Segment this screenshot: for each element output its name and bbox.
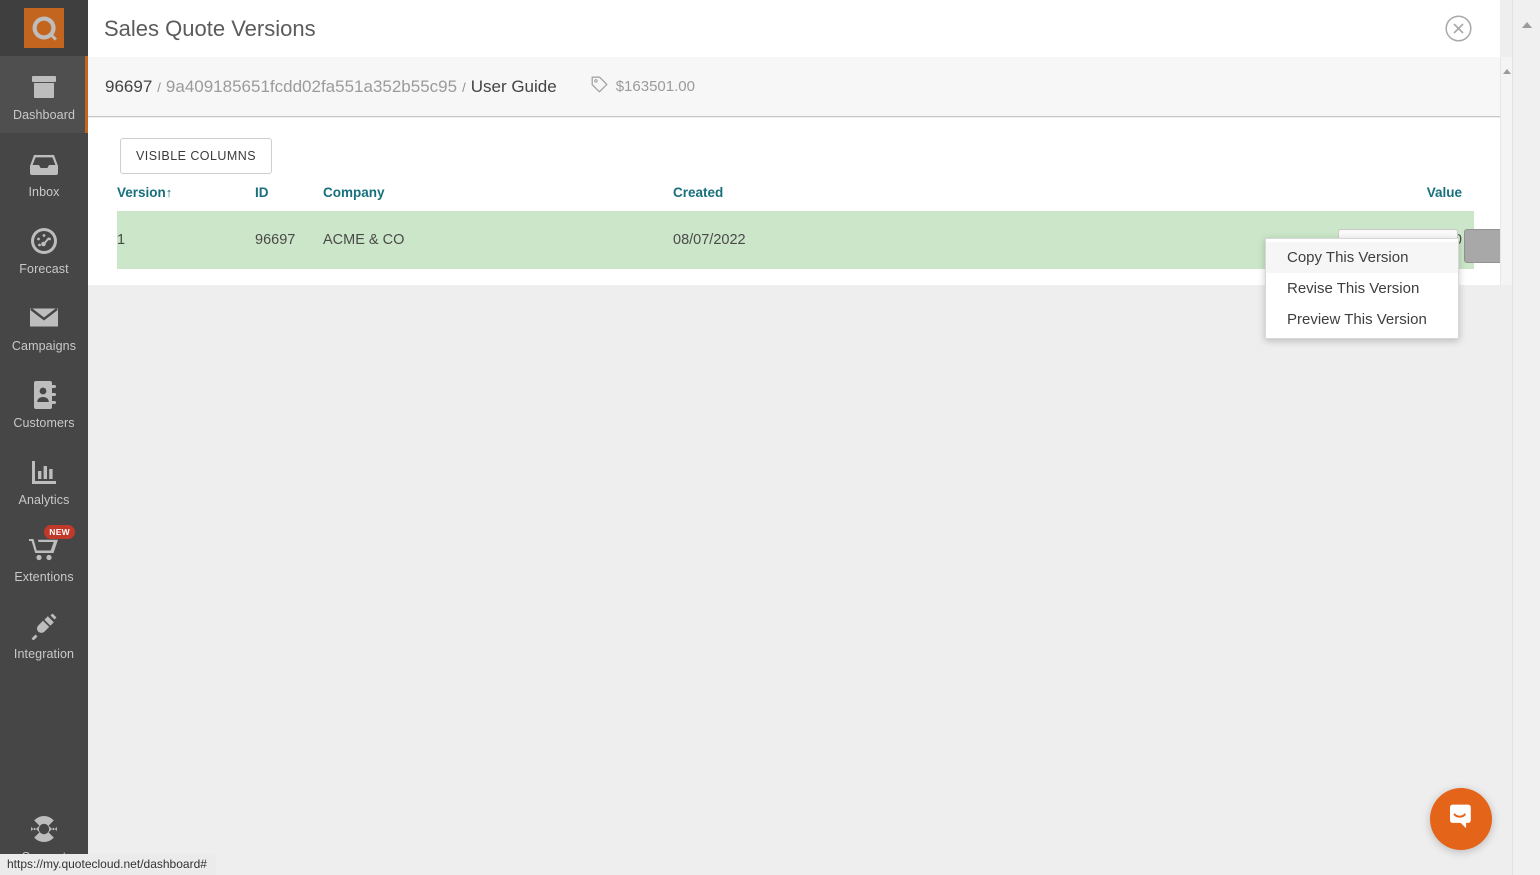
browser-scrollbar[interactable]	[1512, 0, 1540, 875]
sidebar-item-label: Forecast	[19, 262, 68, 276]
page-title: Sales Quote Versions	[104, 16, 316, 42]
plug-icon	[30, 611, 58, 641]
sidebar-item-campaigns[interactable]: Campaigns	[0, 287, 88, 364]
modal-scrollbar[interactable]	[1500, 57, 1512, 285]
sidebar-item-integration[interactable]: Integration	[0, 595, 88, 672]
table-header-row: Version↑ ID Company Created Value	[117, 174, 1474, 211]
column-header-created[interactable]: Created	[673, 174, 1333, 211]
archive-box-icon	[31, 72, 57, 102]
breadcrumb-tag-value: $163501.00	[591, 76, 695, 98]
scroll-up-arrow-icon[interactable]	[1503, 69, 1511, 74]
sidebar-new-badge: NEW	[44, 525, 75, 539]
envelope-icon	[30, 303, 58, 333]
sidebar-item-customers[interactable]: Customers	[0, 364, 88, 441]
row-more-actions-button[interactable]	[1464, 229, 1502, 263]
sidebar-item-forecast[interactable]: Forecast	[0, 210, 88, 287]
sidebar-item-label: Customers	[13, 416, 74, 430]
sort-ascending-icon: ↑	[166, 185, 173, 200]
sidebar-item-dashboard[interactable]: Dashboard	[0, 56, 88, 133]
gauge-icon	[30, 226, 58, 256]
breadcrumb-quote-number[interactable]: 96697	[105, 77, 152, 97]
close-icon[interactable]	[1445, 15, 1472, 42]
breadcrumb-doc-name[interactable]: User Guide	[471, 77, 557, 97]
sidebar-item-label: Integration	[14, 647, 74, 661]
tag-value-label: $163501.00	[616, 78, 695, 95]
sidebar-item-label: Campaigns	[12, 339, 76, 353]
breadcrumb: 96697 / 9a409185651fcdd02fa551a352b55c95…	[105, 77, 557, 97]
sidebar: Dashboard Inbox Forecast Campaigns Custo…	[0, 0, 88, 875]
price-tag-icon	[591, 76, 608, 98]
scroll-up-arrow-icon[interactable]	[1522, 22, 1532, 28]
menu-item-copy-this-version[interactable]: Copy This Version	[1266, 242, 1458, 273]
sidebar-item-label: Dashboard	[13, 108, 75, 122]
menu-item-preview-this-version[interactable]: Preview This Version	[1266, 304, 1458, 335]
breadcrumb-separator: /	[157, 80, 161, 95]
visible-columns-button[interactable]: VISIBLE COLUMNS	[120, 138, 272, 174]
sidebar-item-analytics[interactable]: Analytics	[0, 441, 88, 518]
version-actions-menu: Copy This Version Revise This Version Pr…	[1265, 238, 1459, 339]
sidebar-item-label: Analytics	[19, 493, 70, 507]
shopping-cart-icon: NEW	[29, 534, 59, 564]
app-logo[interactable]	[0, 0, 88, 56]
breadcrumb-separator: /	[462, 80, 466, 95]
intercom-speech-bubble-icon	[1446, 802, 1476, 837]
address-book-icon	[32, 380, 56, 410]
life-ring-icon	[30, 814, 58, 844]
cell-id: 96697	[255, 211, 323, 269]
inbox-tray-icon	[30, 149, 58, 179]
column-header-value[interactable]: Value	[1333, 174, 1474, 211]
sidebar-item-label: Extentions	[14, 570, 73, 584]
column-header-company[interactable]: Company	[323, 174, 673, 211]
breadcrumb-bar: 96697 / 9a409185651fcdd02fa551a352b55c95…	[88, 57, 1500, 117]
column-header-id[interactable]: ID	[255, 174, 323, 211]
quotecloud-q-logo-icon	[24, 8, 64, 48]
sidebar-item-label: Inbox	[28, 185, 59, 199]
cell-version: 1	[117, 211, 255, 269]
bar-chart-icon	[31, 457, 57, 487]
sidebar-item-extentions[interactable]: NEW Extentions	[0, 518, 88, 595]
modal-titlebar: Sales Quote Versions	[88, 0, 1500, 57]
intercom-chat-button[interactable]	[1430, 788, 1492, 850]
sidebar-item-inbox[interactable]: Inbox	[0, 133, 88, 210]
cell-created: 08/07/2022	[673, 211, 1333, 269]
menu-item-revise-this-version[interactable]: Revise This Version	[1266, 273, 1458, 304]
browser-status-bar: https://my.quotecloud.net/dashboard#	[0, 854, 216, 875]
breadcrumb-hash-id[interactable]: 9a409185651fcdd02fa551a352b55c95	[166, 77, 457, 97]
column-header-version[interactable]: Version↑	[117, 174, 255, 211]
cell-company: ACME & CO	[323, 211, 673, 269]
